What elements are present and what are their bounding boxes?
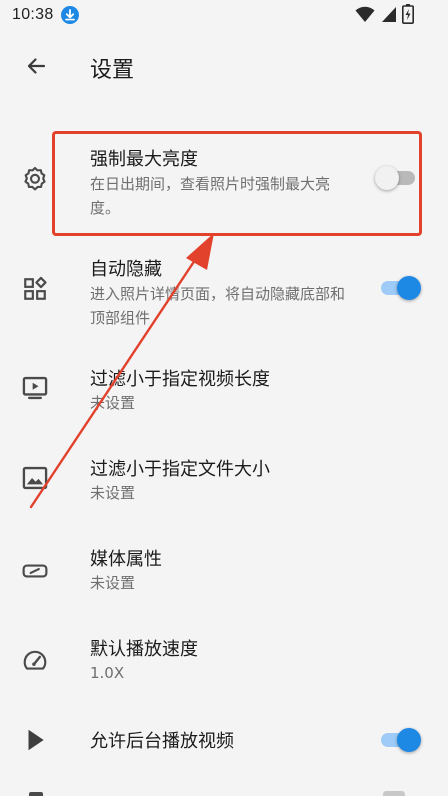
arrow-left-icon xyxy=(27,58,46,74)
signal-icon xyxy=(382,7,396,22)
setting-summary: 进入照片详情页面，将自动隐藏底部和顶部组件 xyxy=(90,285,346,327)
wifi-icon xyxy=(355,6,375,22)
setting-title: 过滤小于指定视频长度 xyxy=(90,369,270,390)
gear-icon xyxy=(20,164,50,194)
partial-toggle xyxy=(383,791,405,796)
label-icon xyxy=(20,556,50,586)
setting-title: 媒体属性 xyxy=(90,549,162,570)
setting-filter-video-length[interactable]: 过滤小于指定视频长度 未设置 xyxy=(0,352,448,432)
download-icon xyxy=(61,6,79,24)
setting-default-playback-speed[interactable]: 默认播放速度 1.0X xyxy=(0,622,448,702)
setting-force-max-brightness[interactable]: 强制最大亮度 在日出期间，查看照片时强制最大亮度。 xyxy=(0,132,448,232)
speedometer-icon xyxy=(20,646,50,676)
setting-title: 强制最大亮度 xyxy=(90,149,198,170)
setting-title: 默认播放速度 xyxy=(90,639,198,660)
setting-next-partial[interactable] xyxy=(0,786,448,796)
status-time: 10:38 xyxy=(12,6,54,23)
toggle-thumb xyxy=(375,166,399,190)
setting-summary: 在日出期间，查看照片时强制最大亮度。 xyxy=(90,175,331,217)
auto-hide-toggle[interactable] xyxy=(375,274,421,302)
setting-summary: 未设置 xyxy=(90,394,136,412)
setting-title: 允许后台播放视频 xyxy=(90,731,234,752)
play-icon xyxy=(20,725,50,755)
setting-title: 过滤小于指定文件大小 xyxy=(90,459,270,480)
setting-auto-hide[interactable]: 自动隐藏 进入照片详情页面，将自动隐藏底部和顶部组件 xyxy=(0,242,448,342)
battery-icon xyxy=(402,4,414,24)
toggle-thumb xyxy=(397,276,421,300)
back-button[interactable] xyxy=(14,44,58,88)
setting-summary: 未设置 xyxy=(90,574,136,592)
setting-background-play[interactable]: 允许后台播放视频 xyxy=(0,712,448,768)
setting-media-properties[interactable]: 媒体属性 未设置 xyxy=(0,532,448,612)
force-brightness-toggle[interactable] xyxy=(375,164,421,192)
page-title: 设置 xyxy=(90,58,135,83)
partial-icon xyxy=(29,792,43,796)
app-bar: 设置 xyxy=(0,32,448,100)
setting-filter-file-size[interactable]: 过滤小于指定文件大小 未设置 xyxy=(0,442,448,522)
status-bar: 10:38 xyxy=(0,0,448,32)
setting-summary: 未设置 xyxy=(90,484,136,502)
toggle-thumb xyxy=(397,728,421,752)
widgets-icon xyxy=(20,274,50,304)
image-icon xyxy=(20,463,50,493)
setting-title: 自动隐藏 xyxy=(90,259,162,280)
video-icon xyxy=(20,373,50,403)
setting-summary: 1.0X xyxy=(90,664,125,682)
background-play-toggle[interactable] xyxy=(375,726,421,754)
